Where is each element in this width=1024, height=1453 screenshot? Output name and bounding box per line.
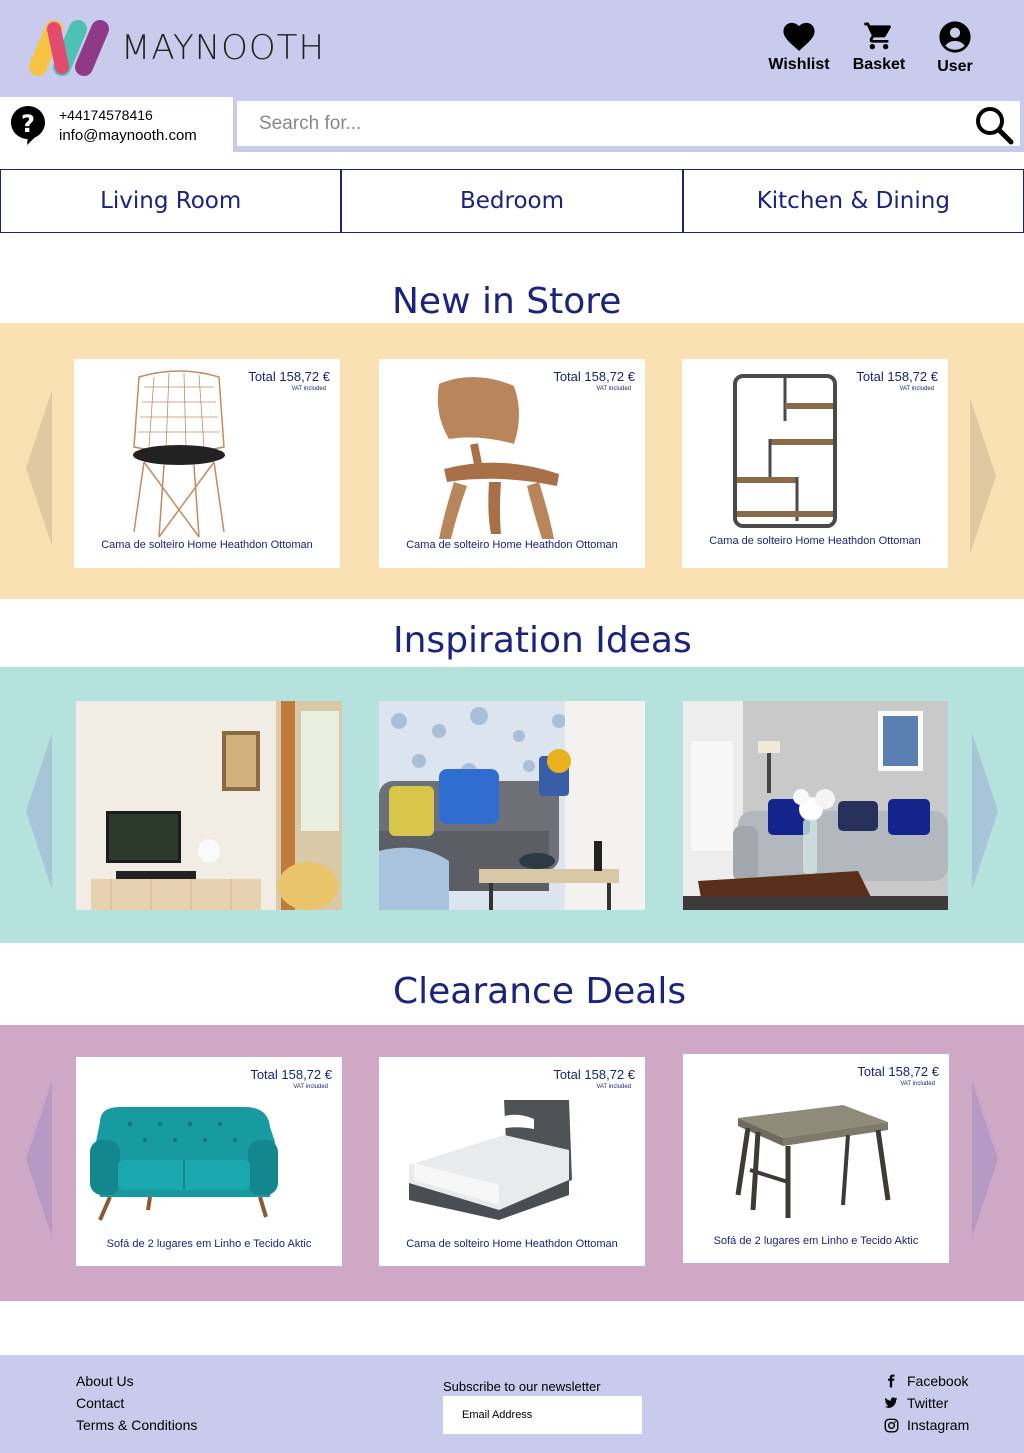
twitter-label: Twitter	[907, 1395, 949, 1411]
vat-note: VAT included	[596, 386, 631, 392]
vat-note: VAT included	[899, 386, 934, 392]
product-price: Total 158,72 €	[856, 369, 938, 384]
plywood-chair-image	[437, 376, 559, 539]
footer-link-about-us[interactable]: About Us	[76, 1373, 134, 1389]
search-input[interactable]	[237, 101, 967, 146]
nav-item-living-room[interactable]: Living Room	[0, 169, 342, 233]
user-avatar-icon	[939, 21, 971, 53]
phone-number[interactable]: +44174578416	[59, 107, 153, 123]
wall-shelf-image	[733, 374, 837, 528]
carousel-next-arrow[interactable]	[972, 733, 998, 889]
twitter-icon	[884, 1397, 898, 1408]
instagram-icon	[884, 1418, 899, 1433]
user-button[interactable]: User	[924, 20, 986, 76]
vat-note: VAT included	[293, 1084, 328, 1090]
heart-icon	[783, 22, 815, 51]
product-card[interactable]: Total 158,72 € VAT included Sofá de 2 lu…	[76, 1057, 342, 1266]
vat-note: VAT included	[596, 1084, 631, 1090]
search-icon[interactable]	[974, 105, 1014, 145]
new-in-store-title: New in Store	[392, 281, 622, 322]
product-name: Cama de solteiro Home Heathdon Ottoman	[709, 535, 921, 547]
contact-info: ? +44174578416 info@maynooth.com	[0, 97, 233, 152]
facebook-icon	[888, 1374, 895, 1388]
brand-name[interactable]: MAYNOOTH	[121, 28, 325, 68]
nav-item-bedroom[interactable]: Bedroom	[341, 169, 683, 233]
basket-button[interactable]: Basket	[848, 20, 910, 74]
product-name: Cama de solteiro Home Heathdon Ottoman	[406, 539, 618, 551]
newsletter-email-input[interactable]	[443, 1396, 642, 1434]
inspiration-carousel	[0, 667, 1024, 943]
maynooth-logo[interactable]	[26, 17, 112, 77]
svg-text:?: ?	[21, 110, 35, 138]
carousel-next-arrow[interactable]	[970, 398, 996, 554]
product-name: Sofá de 2 lugares em Linho e Tecido Akti…	[713, 1235, 919, 1247]
living-room-tv-photo[interactable]	[76, 701, 342, 910]
product-card[interactable]: Total 158,72 € VAT included Cama de solt…	[682, 359, 948, 568]
product-card[interactable]: Total 158,72 € VAT included Cama de solt…	[379, 1057, 645, 1266]
product-name: Cama de solteiro Home Heathdon Ottoman	[406, 1238, 618, 1250]
product-price: Total 158,72 €	[248, 369, 330, 384]
newsletter-label: Subscribe to our newsletter	[443, 1379, 601, 1394]
product-name: Cama de solteiro Home Heathdon Ottoman	[101, 539, 313, 551]
product-price: Total 158,72 €	[250, 1067, 332, 1082]
cart-icon	[864, 22, 891, 50]
clearance-deals-title: Clearance Deals	[393, 971, 687, 1012]
product-card[interactable]: Total 158,72 € VAT included Cama de solt…	[379, 359, 645, 568]
carousel-prev-arrow[interactable]	[26, 733, 52, 889]
blue-sofa-photo[interactable]	[379, 701, 645, 910]
product-name: Sofá de 2 lugares em Linho e Tecido Akti…	[106, 1238, 312, 1250]
site-footer: About Us Contact Terms & Conditions Subs…	[0, 1355, 1024, 1453]
product-card[interactable]: Total 158,72 € VAT included Sofá de 2 lu…	[683, 1054, 949, 1263]
wishlist-button[interactable]: Wishlist	[768, 20, 830, 74]
carousel-prev-arrow[interactable]	[26, 390, 52, 546]
email-address[interactable]: info@maynooth.com	[59, 127, 197, 144]
search-bar	[233, 97, 1024, 152]
footer-link-contact[interactable]: Contact	[76, 1395, 124, 1411]
vat-note: VAT included	[900, 1081, 935, 1087]
vat-note: VAT included	[291, 386, 326, 392]
nav-item-kitchen-dining[interactable]: Kitchen & Dining	[682, 169, 1024, 233]
help-question-icon[interactable]: ?	[10, 105, 46, 145]
carousel-next-arrow[interactable]	[972, 1081, 998, 1237]
product-price: Total 158,72 €	[857, 1064, 939, 1079]
facebook-label: Facebook	[907, 1373, 969, 1389]
new-in-store-carousel: Total 158,72 € VAT included Cama de solt…	[0, 323, 1024, 599]
carousel-prev-arrow[interactable]	[26, 1081, 52, 1237]
category-nav: Living Room Bedroom Kitchen & Dining	[0, 169, 1024, 233]
inspiration-ideas-title: Inspiration Ideas	[393, 620, 692, 661]
product-card[interactable]: Total 158,72 € VAT included Cama de solt…	[74, 359, 340, 568]
basket-label: Basket	[852, 56, 906, 73]
grey-sofa-photo[interactable]	[683, 701, 949, 910]
footer-link-terms[interactable]: Terms & Conditions	[76, 1417, 197, 1433]
wire-chair-image	[133, 370, 225, 538]
clearance-carousel: Total 158,72 € VAT included Sofá de 2 lu…	[0, 1025, 1024, 1301]
site-header: MAYNOOTH Wishlist Basket User	[0, 0, 1024, 97]
wishlist-label: Wishlist	[768, 56, 830, 73]
product-price: Total 158,72 €	[553, 1067, 635, 1082]
search-box	[237, 101, 1020, 146]
instagram-label: Instagram	[907, 1417, 970, 1433]
user-label: User	[937, 58, 973, 75]
